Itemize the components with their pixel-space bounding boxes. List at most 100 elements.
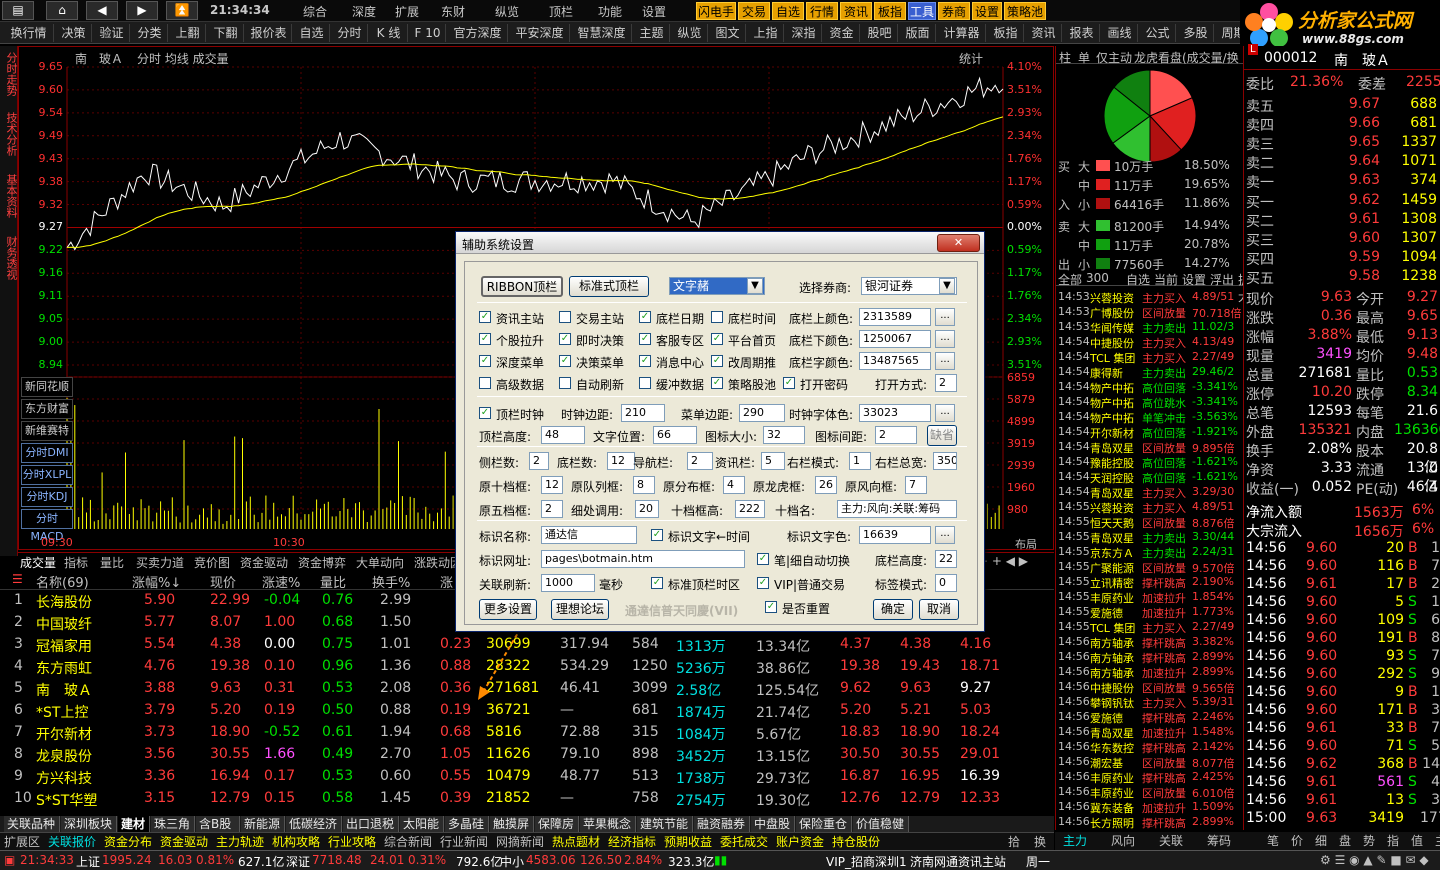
ext-tab-1[interactable]: 关联报价 [48, 834, 96, 850]
alert-stock[interactable]: TCL 集团 [1090, 620, 1135, 636]
toolbar-btn-15[interactable]: 纵览 [672, 24, 708, 42]
toolbar-btn-10[interactable]: F 10 [410, 24, 446, 42]
chart-tab-0[interactable]: 成交量 [20, 554, 56, 571]
alert-stock[interactable]: 长方照明 [1090, 815, 1134, 831]
mid-tab-active[interactable]: 仅主动 [1096, 49, 1132, 66]
right-tab-4[interactable]: 笔 [1267, 833, 1279, 849]
right-tab-1[interactable]: 风向 [1111, 833, 1135, 849]
chart-nav-icons[interactable]: − + ◀ ▶ [978, 554, 1028, 568]
sector-tab-5[interactable]: 新能源 [241, 816, 285, 832]
clock-font-input[interactable]: 33023 [859, 404, 931, 422]
col-name[interactable]: 名称(69) [36, 572, 89, 591]
text-pos-input[interactable]: 66 [653, 426, 697, 444]
mid-tab-longhu[interactable]: 龙虎看盘(成交量/换 [1134, 49, 1244, 66]
toolbar-btn-26[interactable]: 画线 [1102, 24, 1138, 42]
alert-stock[interactable]: 潮宏基 [1090, 755, 1123, 771]
menu-margin-input[interactable]: 290 [739, 404, 785, 422]
toolbar-btn-23[interactable]: 板指 [988, 24, 1024, 42]
checkbox[interactable]: ✓ [639, 355, 651, 367]
toolbar-btn-18[interactable]: 深指 [786, 24, 822, 42]
mid-tab-bar[interactable]: 柱 [1059, 49, 1071, 66]
toolbar-btn-7[interactable]: 自选 [294, 24, 330, 42]
right-tab-5[interactable]: 价 [1291, 833, 1303, 849]
sector-tab-11[interactable]: 保障房 [535, 816, 579, 832]
menu-item-dongcai[interactable]: 东财 [441, 3, 465, 20]
sector-tab-9[interactable]: 多晶硅 [445, 816, 489, 832]
checkbox[interactable] [479, 377, 491, 389]
toolbar-btn-9[interactable]: K 线 [370, 24, 408, 42]
checkbox[interactable]: ✓ [651, 529, 663, 541]
toolbar-btn-27[interactable]: 公式 [1140, 24, 1176, 42]
table-row[interactable]: 7 开尔新材 3.73 18.90 -0.52 0.61 1.94 0.68 5816 72.88… [0, 722, 1054, 744]
sector-tab-3[interactable]: 珠三角 [151, 816, 195, 832]
sector-tab-14[interactable]: 融资融券 [694, 816, 750, 832]
toolbar-btn-13[interactable]: 智慧深度 [572, 24, 632, 42]
top-height-input[interactable]: 48 [541, 426, 585, 444]
toolbar-btn-8[interactable]: 分时 [332, 24, 368, 42]
ext-tab-8[interactable]: 行业新闻 [440, 834, 488, 850]
alert-stock[interactable]: 华东数控 [1090, 740, 1134, 756]
sector-tab-16[interactable]: 保险重仓 [796, 816, 852, 832]
news-filter-5[interactable]: 浮出 [1210, 271, 1234, 288]
open-mode-input[interactable]: 2 [935, 374, 957, 392]
alert-stock[interactable]: TCL 集团 [1090, 350, 1135, 366]
chart-tab-4[interactable]: 竞价图 [194, 554, 230, 571]
frame-setting-input[interactable]: 8 [633, 476, 655, 494]
sidebar-setting-input[interactable]: 1 [849, 452, 871, 470]
toolbar-btn-0[interactable]: 换行情 [4, 24, 54, 42]
alert-stock[interactable]: 南方轴承 [1090, 650, 1134, 666]
alert-stock[interactable]: 立讯精密 [1090, 575, 1134, 591]
more-icon[interactable]: ... [935, 308, 955, 326]
mark-url-input[interactable]: pages\botmain.htm [541, 550, 745, 568]
indicator-btn-0[interactable]: 新同花顺 [21, 377, 73, 397]
right-tab-7[interactable]: 盘 [1339, 833, 1351, 849]
yellow-btn-shandianshou[interactable]: 闪电手 [696, 2, 736, 20]
yellow-btn-gongju[interactable]: 工具 [908, 2, 936, 20]
menu-item-dinglan[interactable]: 顶栏 [549, 3, 573, 20]
icon-gap-input[interactable]: 2 [875, 426, 917, 444]
toolbar-btn-28[interactable]: 多股 [1178, 24, 1214, 42]
close-icon[interactable]: ✕ [937, 234, 980, 252]
checkbox[interactable]: ✓ [783, 377, 795, 389]
mark-color-input[interactable]: 16639 [859, 526, 931, 544]
ext-tab-15[interactable]: 持仓股份 [832, 834, 880, 850]
toolbar-btn-17[interactable]: 上指 [748, 24, 784, 42]
alert-stock[interactable]: 丰原药业 [1090, 590, 1134, 606]
vtab-jiben[interactable]: 基本资料 [1, 174, 18, 218]
ext-tab-2[interactable]: 资金分布 [104, 834, 152, 850]
alert-stock[interactable]: 开尔新材 [1090, 425, 1134, 441]
more-icon[interactable]: ... [935, 404, 955, 422]
frame-setting-input[interactable]: 20 [635, 500, 659, 518]
checkbox[interactable] [559, 311, 571, 323]
yellow-btn-hangqing[interactable]: 行情 [806, 2, 838, 20]
checkbox[interactable] [639, 377, 651, 389]
ext-tab-3[interactable]: 资金驱动 [160, 834, 208, 850]
frame-setting-input[interactable]: 2 [541, 500, 563, 518]
menu-item-gongneng[interactable]: 功能 [598, 3, 622, 20]
col-turnover[interactable]: 换手% [372, 572, 410, 591]
yellow-btn-jiaoyi[interactable]: 交易 [738, 2, 770, 20]
frame-setting-input[interactable]: 7 [905, 476, 927, 494]
alert-stock[interactable]: 青岛双星 [1090, 440, 1134, 456]
chart-tab-5[interactable]: 资金驱动 [240, 554, 288, 571]
alert-stock[interactable]: 攀钢钒钛 [1090, 695, 1134, 711]
right-tab-8[interactable]: 势 [1363, 833, 1375, 849]
menu-item-zonglan[interactable]: 纵览 [495, 3, 519, 20]
sidebar-setting-input[interactable]: 2 [687, 452, 713, 470]
indicator-btn-4[interactable]: 分时XLPL [21, 465, 73, 485]
indicator-btn-3[interactable]: 分时DMI [21, 443, 73, 463]
alert-stock[interactable]: 华闻传媒 [1090, 320, 1134, 336]
alert-stock[interactable]: 康得新 [1090, 365, 1123, 381]
alert-stock[interactable]: 恒天天鹅 [1090, 515, 1134, 531]
alert-stock[interactable]: 京东方Ａ [1090, 545, 1134, 561]
ext-tab-10[interactable]: 热点题材 [552, 834, 600, 850]
indicator-btn-5[interactable]: 分时KDJ [21, 487, 73, 507]
alert-stock[interactable]: 爱施德 [1090, 605, 1123, 621]
frame-setting-input[interactable]: 4 [723, 476, 745, 494]
ext-right-tab-1[interactable]: 换 [1034, 834, 1046, 850]
checkbox[interactable]: ✓ [479, 355, 491, 367]
checkbox[interactable]: ✓ [639, 333, 651, 345]
more-icon[interactable]: ... [935, 526, 955, 544]
news-filter-4[interactable]: 设置 [1182, 271, 1206, 288]
sector-tab-2[interactable]: 建材 [118, 816, 150, 832]
